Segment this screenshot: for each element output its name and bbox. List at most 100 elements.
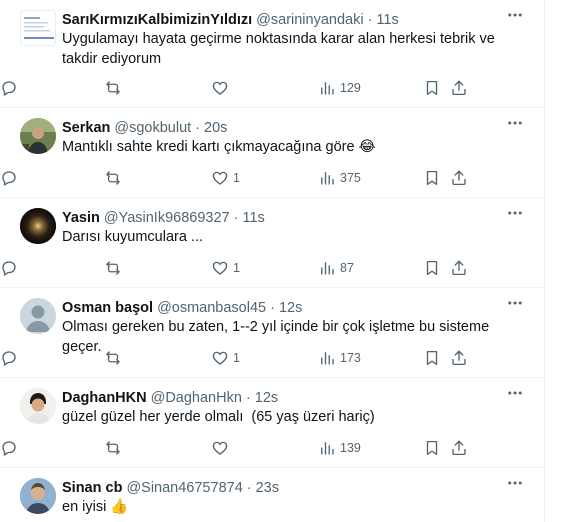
display-name[interactable]: Serkan: [62, 118, 110, 138]
bookmark-button[interactable]: [423, 258, 441, 278]
bookmark-button[interactable]: [423, 348, 441, 368]
display-name[interactable]: Osman başol: [62, 298, 153, 318]
user-handle[interactable]: @YasinIk96869327: [104, 208, 230, 228]
views-bar-chart-icon: [318, 349, 336, 367]
separator-dot: ·: [270, 300, 275, 316]
views-button[interactable]: 173: [318, 348, 361, 368]
user-handle[interactable]: @osmanbasol45: [157, 298, 266, 318]
retweet-icon: [104, 79, 122, 97]
timestamp[interactable]: 23s: [256, 478, 279, 498]
user-handle[interactable]: @sarininyandaki: [256, 10, 363, 30]
more-horizontal-icon[interactable]: [505, 204, 525, 224]
bookmark-icon: [423, 259, 441, 277]
like-count: 1: [233, 261, 240, 275]
heart-icon: [211, 79, 229, 97]
share-button[interactable]: [450, 348, 468, 368]
tweet[interactable]: DaghanHKN @DaghanHkn · 12s güzel güzel h…: [0, 378, 544, 468]
bookmark-button[interactable]: [423, 168, 441, 188]
retweet-button[interactable]: [104, 348, 126, 368]
avatar-image: [20, 388, 56, 424]
reply-button[interactable]: [0, 258, 22, 278]
timestamp[interactable]: 11s: [242, 208, 264, 228]
share-button[interactable]: [450, 78, 468, 98]
bookmark-button[interactable]: [423, 438, 441, 458]
retweet-button[interactable]: [104, 78, 126, 98]
heart-icon: [211, 169, 229, 187]
reply-icon: [0, 259, 18, 277]
avatar[interactable]: [20, 388, 56, 424]
tweet[interactable]: Serkan @sgokbulut · 20s Mantıklı sahte k…: [0, 108, 544, 198]
more-horizontal-icon[interactable]: [505, 294, 525, 314]
share-button[interactable]: [450, 168, 468, 188]
more-horizontal-icon[interactable]: [505, 384, 525, 404]
retweet-button[interactable]: [104, 168, 126, 188]
tweet-header: Sinan cb @Sinan46757874 · 23s: [62, 478, 531, 498]
more-horizontal-icon[interactable]: [505, 474, 525, 494]
tweet-text: Uygulamayı hayata geçirme noktasında kar…: [62, 31, 495, 67]
tweet-text: Darısı kuyumculara ...: [62, 229, 204, 245]
user-handle[interactable]: @DaghanHkn: [151, 388, 242, 408]
reply-button[interactable]: [0, 78, 22, 98]
user-handle[interactable]: @Sinan46757874: [126, 478, 242, 498]
more-horizontal-icon[interactable]: [505, 6, 525, 26]
display-name[interactable]: Yasin: [62, 208, 100, 228]
display-name[interactable]: SarıKırmızıKalbimizinYıldızı: [62, 10, 252, 30]
views-bar-chart-icon: [318, 169, 336, 187]
bookmark-icon: [423, 349, 441, 367]
reply-button[interactable]: [0, 348, 22, 368]
views-button[interactable]: 87: [318, 258, 354, 278]
tweet[interactable]: Yasin @YasinIk96869327 · 11s Darısı kuyu…: [0, 198, 544, 288]
tweet-header: DaghanHKN @DaghanHkn · 12s: [62, 388, 531, 408]
like-button[interactable]: 1: [211, 168, 240, 188]
avatar[interactable]: [20, 298, 56, 334]
tweet-header: Yasin @YasinIk96869327 · 11s: [62, 208, 531, 228]
timestamp[interactable]: 20s: [204, 118, 227, 138]
like-button[interactable]: [211, 78, 233, 98]
retweet-button[interactable]: [104, 258, 126, 278]
tweet[interactable]: SarıKırmızıKalbimizinYıldızı @sarininyan…: [0, 0, 544, 108]
avatar[interactable]: [20, 478, 56, 514]
tweet[interactable]: Sinan cb @Sinan46757874 · 23s en iyisi 👍: [0, 468, 544, 522]
tweet[interactable]: Osman başol @osmanbasol45 · 12s Olması g…: [0, 288, 544, 378]
separator-dot: ·: [245, 390, 251, 406]
reply-button[interactable]: [0, 438, 22, 458]
avatar[interactable]: [20, 118, 56, 154]
tweet-text: Mantıklı sahte kredi kartı çıkmayacağına…: [62, 139, 355, 155]
views-bar-chart-icon: [318, 79, 336, 97]
display-name[interactable]: DaghanHKN: [62, 388, 147, 408]
avatar[interactable]: [20, 208, 56, 244]
tweet-text: güzel güzel her yerde olmalı (65 yaş üze…: [62, 409, 375, 425]
view-count: 129: [340, 81, 361, 95]
display-name[interactable]: Sinan cb: [62, 478, 122, 498]
share-button[interactable]: [450, 258, 468, 278]
retweet-icon: [104, 439, 122, 457]
bookmark-icon: [423, 439, 441, 457]
views-button[interactable]: 129: [318, 78, 361, 98]
avatar[interactable]: [20, 10, 56, 46]
like-count: 1: [233, 351, 240, 365]
views-button[interactable]: 139: [318, 438, 361, 458]
tweet-actions: 1 87: [0, 258, 544, 278]
default-profile-icon: [20, 298, 56, 334]
like-button[interactable]: 1: [211, 258, 240, 278]
tweet-text-container: Mantıklı sahte kredi kartı çıkmayacağına…: [62, 138, 531, 158]
views-button[interactable]: 375: [318, 168, 361, 188]
retweet-icon: [104, 349, 122, 367]
thumbs-up-emoji: 👍: [110, 499, 129, 515]
like-button[interactable]: [211, 438, 233, 458]
reply-button[interactable]: [0, 168, 22, 188]
share-button[interactable]: [450, 438, 468, 458]
bookmark-icon: [423, 79, 441, 97]
avatar-image: [20, 478, 56, 514]
timestamp[interactable]: 12s: [279, 298, 302, 318]
more-horizontal-icon[interactable]: [505, 114, 525, 134]
bookmark-button[interactable]: [423, 78, 441, 98]
user-handle[interactable]: @sgokbulut: [114, 118, 191, 138]
like-button[interactable]: 1: [211, 348, 240, 368]
timestamp[interactable]: 11s: [376, 10, 398, 30]
retweet-button[interactable]: [104, 438, 126, 458]
separator-dot: ·: [367, 12, 373, 28]
view-count: 173: [340, 351, 361, 365]
timestamp[interactable]: 12s: [255, 388, 278, 408]
reply-icon: [0, 169, 18, 187]
